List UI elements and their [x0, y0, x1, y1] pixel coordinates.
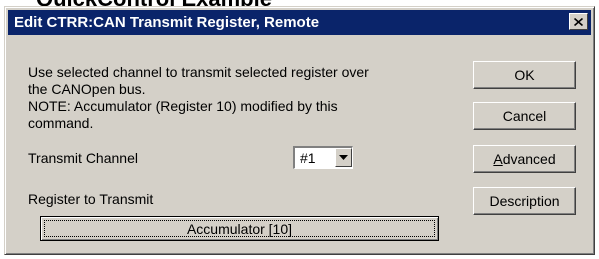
description-button[interactable]: Description	[473, 187, 576, 215]
description-line: the CANOpen bus.	[28, 81, 146, 97]
ok-button-label: OK	[514, 67, 535, 83]
advanced-accelerator: A	[493, 151, 503, 167]
description-text: Use selected channel to transmit selecte…	[28, 64, 369, 132]
cancel-button[interactable]: Cancel	[473, 102, 576, 130]
title-bar[interactable]: Edit CTRR:CAN Transmit Register, Remote	[8, 10, 591, 35]
transmit-channel-label: Transmit Channel	[28, 150, 138, 166]
cancel-button-label: Cancel	[502, 108, 547, 124]
description-line: Use selected channel to transmit selecte…	[28, 64, 369, 80]
register-label: Register to Transmit	[28, 191, 154, 207]
description-button-label: Description	[489, 193, 560, 209]
description-line: command.	[28, 115, 94, 131]
transmit-channel-select[interactable]: #1	[293, 146, 353, 169]
advanced-button-label: Advanced	[493, 151, 555, 167]
advanced-label-rest: dvanced	[502, 151, 556, 167]
window-title: Edit CTRR:CAN Transmit Register, Remote	[14, 14, 320, 31]
transmit-channel-value: #1	[300, 150, 316, 166]
register-button-label: Accumulator [10]	[186, 220, 293, 237]
description-line: NOTE: Accumulator (Register 10) modified…	[28, 98, 338, 114]
dropdown-button[interactable]	[335, 148, 352, 167]
chevron-down-icon	[339, 155, 348, 160]
dialog-window: Edit CTRR:CAN Transmit Register, Remote …	[4, 6, 595, 255]
close-button[interactable]	[569, 13, 588, 30]
close-icon	[574, 17, 583, 26]
register-select-button[interactable]: Accumulator [10]	[40, 216, 439, 241]
advanced-button[interactable]: Advanced	[473, 145, 576, 173]
ok-button[interactable]: OK	[473, 61, 576, 89]
